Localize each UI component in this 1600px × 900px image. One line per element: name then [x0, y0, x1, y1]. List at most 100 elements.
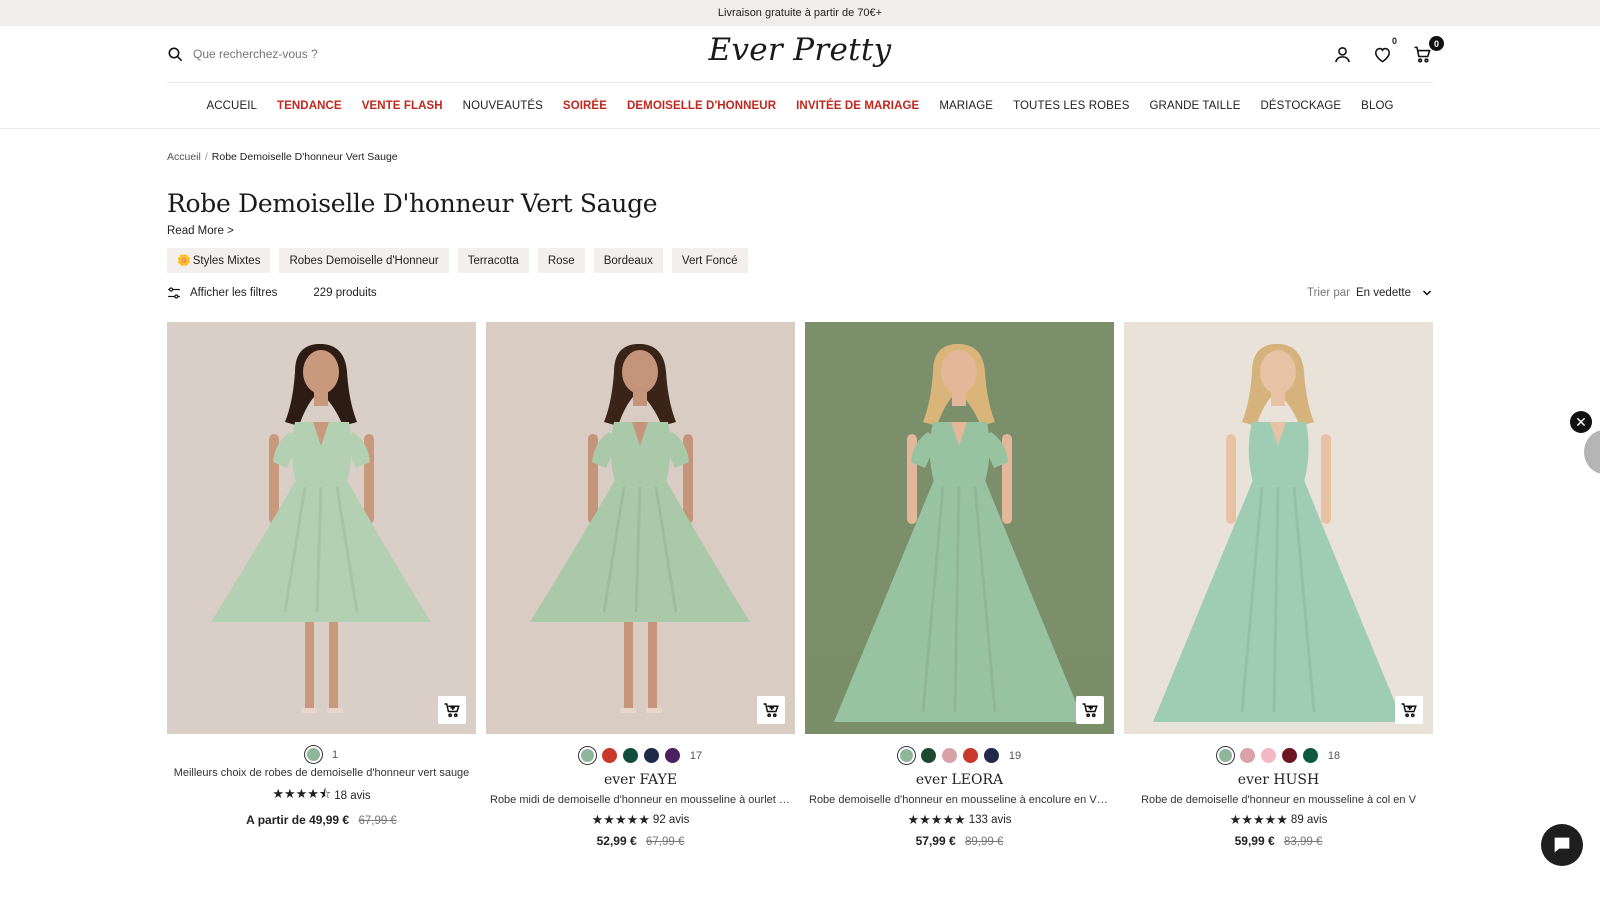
- review-count: 133 avis: [968, 814, 1012, 826]
- product-image[interactable]: [486, 322, 795, 734]
- color-swatch[interactable]: [941, 748, 957, 763]
- nav-item-toutes-les-robes[interactable]: TOUTES LES ROBES: [1013, 100, 1129, 112]
- product-image[interactable]: [1124, 322, 1433, 734]
- wishlist-icon[interactable]: 0: [1371, 36, 1397, 65]
- product-title[interactable]: Robe midi de demoiselle d'honneur en mou…: [486, 794, 795, 806]
- product-card[interactable]: 18 ever HUSH Robe de demoiselle d'honneu…: [1124, 322, 1433, 848]
- product-price: 59,99 € 83,99 €: [1124, 834, 1433, 848]
- color-swatch[interactable]: [643, 748, 659, 763]
- product-brand[interactable]: ever HUSH: [1124, 772, 1433, 788]
- sort-dropdown[interactable]: Trier par En vedette: [1307, 287, 1433, 299]
- star-rating-icon: ★★★★★: [591, 812, 650, 827]
- product-photo[interactable]: [486, 322, 795, 734]
- filter-tag-label: Styles Mixtes: [192, 254, 261, 267]
- nav-item-mariage[interactable]: MARIAGE: [939, 100, 993, 112]
- quick-add-button[interactable]: [1395, 696, 1423, 724]
- product-image[interactable]: [805, 322, 1114, 734]
- read-more-link[interactable]: Read More >: [167, 225, 234, 237]
- cart-count-badge: 0: [1429, 36, 1444, 51]
- product-price: A partir de 49,99 € 67,99 €: [167, 813, 476, 827]
- color-swatch[interactable]: [962, 748, 978, 763]
- nav-item-blog[interactable]: BLOG: [1361, 100, 1393, 112]
- product-title[interactable]: Meilleurs choix de robes de demoiselle d…: [167, 767, 476, 779]
- side-promo-bubble[interactable]: [1584, 430, 1600, 474]
- color-swatch[interactable]: [1281, 748, 1297, 763]
- quick-add-button[interactable]: [757, 696, 785, 724]
- product-photo[interactable]: [1124, 322, 1433, 734]
- filter-tag-label: Robes Demoiselle d'Honneur: [289, 254, 439, 267]
- announcement-bar: Livraison gratuite à partir de 70€+: [0, 0, 1600, 26]
- original-price: 83,99 €: [1284, 836, 1323, 848]
- quick-add-button[interactable]: [438, 696, 466, 724]
- site-logo[interactable]: Ever Pretty: [709, 32, 892, 68]
- product-title[interactable]: Robe demoiselle d'honneur en mousseline …: [805, 794, 1114, 806]
- product-photo[interactable]: [805, 322, 1114, 734]
- collection-content: Accueil / Robe Demoiselle D'honneur Vert…: [167, 129, 1433, 848]
- breadcrumb-current: Robe Demoiselle D'honneur Vert Sauge: [211, 151, 398, 163]
- color-swatch[interactable]: [899, 749, 913, 762]
- breadcrumb-home[interactable]: Accueil: [167, 151, 201, 163]
- filter-tag[interactable]: Bordeaux: [593, 248, 663, 273]
- product-brand[interactable]: ever LEORA: [805, 772, 1114, 788]
- color-swatch[interactable]: [1302, 748, 1318, 763]
- filter-tag[interactable]: Terracotta: [457, 248, 529, 273]
- color-swatches: 17: [486, 748, 795, 763]
- product-price: 52,99 € 67,99 €: [486, 834, 795, 848]
- nav-item-nouveautés[interactable]: NOUVEAUTÉS: [463, 100, 543, 112]
- original-price: 67,99 €: [646, 836, 685, 848]
- color-swatch[interactable]: [1239, 748, 1255, 763]
- filter-tag-label: Rose: [547, 254, 575, 267]
- color-swatch[interactable]: [306, 748, 320, 761]
- search-input[interactable]: [193, 47, 393, 61]
- star-rating-icon: ★★★★★: [1229, 812, 1288, 827]
- color-swatch[interactable]: [580, 749, 594, 762]
- close-popup-button[interactable]: ✕: [1570, 411, 1592, 433]
- color-swatch[interactable]: [983, 748, 999, 763]
- site-header: Ever Pretty 0 0: [167, 26, 1444, 83]
- original-price: 89,99 €: [965, 836, 1004, 848]
- filter-tag[interactable]: Rose: [537, 248, 585, 273]
- show-filters-button[interactable]: Afficher les filtres: [167, 286, 277, 300]
- chat-icon: [1554, 837, 1570, 853]
- original-price: 67,99 €: [358, 815, 397, 827]
- add-to-cart-icon: [763, 703, 779, 718]
- search-icon[interactable]: [167, 46, 183, 62]
- color-swatch[interactable]: [1260, 748, 1276, 763]
- filter-tag[interactable]: 🌼 Styles Mixtes: [167, 248, 271, 273]
- nav-item-déstockage[interactable]: DÉSTOCKAGE: [1261, 100, 1342, 112]
- product-title[interactable]: Robe de demoiselle d'honneur en mousseli…: [1124, 794, 1433, 806]
- color-swatches: 19: [805, 748, 1114, 763]
- color-swatch[interactable]: [622, 748, 638, 763]
- quick-add-button[interactable]: [1076, 696, 1104, 724]
- cart-icon[interactable]: 0: [1411, 36, 1444, 65]
- current-price: 59,99 €: [1234, 834, 1275, 848]
- product-card[interactable]: 1 Meilleurs choix de robes de demoiselle…: [167, 322, 476, 848]
- product-brand[interactable]: ever FAYE: [486, 772, 795, 788]
- search-bar[interactable]: [167, 46, 393, 62]
- color-swatch[interactable]: [664, 748, 680, 763]
- announcement-text: Livraison gratuite à partir de 70€+: [717, 7, 883, 19]
- sort-value: En vedette: [1356, 287, 1411, 299]
- main-nav: ACCUEIL TENDANCE VENTE FLASH NOUVEAUTÉS SOIR…: [167, 83, 1433, 128]
- product-photo[interactable]: [167, 322, 476, 734]
- product-card[interactable]: 19 ever LEORA Robe demoiselle d'honneur …: [805, 322, 1114, 848]
- filter-sliders-icon: [168, 287, 180, 299]
- product-card[interactable]: 17 ever FAYE Robe midi de demoiselle d'h…: [486, 322, 795, 848]
- nav-item-accueil[interactable]: ACCUEIL: [206, 100, 257, 112]
- account-icon[interactable]: [1331, 43, 1353, 65]
- nav-item-grande-taille[interactable]: GRANDE TAILLE: [1150, 100, 1241, 112]
- product-image[interactable]: [167, 322, 476, 734]
- nav-item-tendance[interactable]: TENDANCE: [277, 100, 342, 112]
- filter-tag[interactable]: Robes Demoiselle d'Honneur: [279, 248, 449, 273]
- nav-item-demoiselle-d-honneur[interactable]: DEMOISELLE D'HONNEUR: [627, 100, 776, 112]
- color-swatch[interactable]: [920, 748, 936, 763]
- filter-tag[interactable]: Vert Foncé: [671, 248, 748, 273]
- nav-item-soirée[interactable]: SOIRÉE: [563, 100, 607, 112]
- color-swatch[interactable]: [601, 748, 617, 763]
- nav-item-vente-flash[interactable]: VENTE FLASH: [362, 100, 443, 112]
- nav-item-invitée-de-mariage[interactable]: INVITÉE DE MARIAGE: [796, 100, 919, 112]
- collection-toolbar: Afficher les filtres 229 produits Trier …: [167, 283, 1433, 303]
- chat-button[interactable]: [1541, 824, 1583, 866]
- review-count: 92 avis: [652, 814, 690, 826]
- color-swatch[interactable]: [1218, 749, 1232, 762]
